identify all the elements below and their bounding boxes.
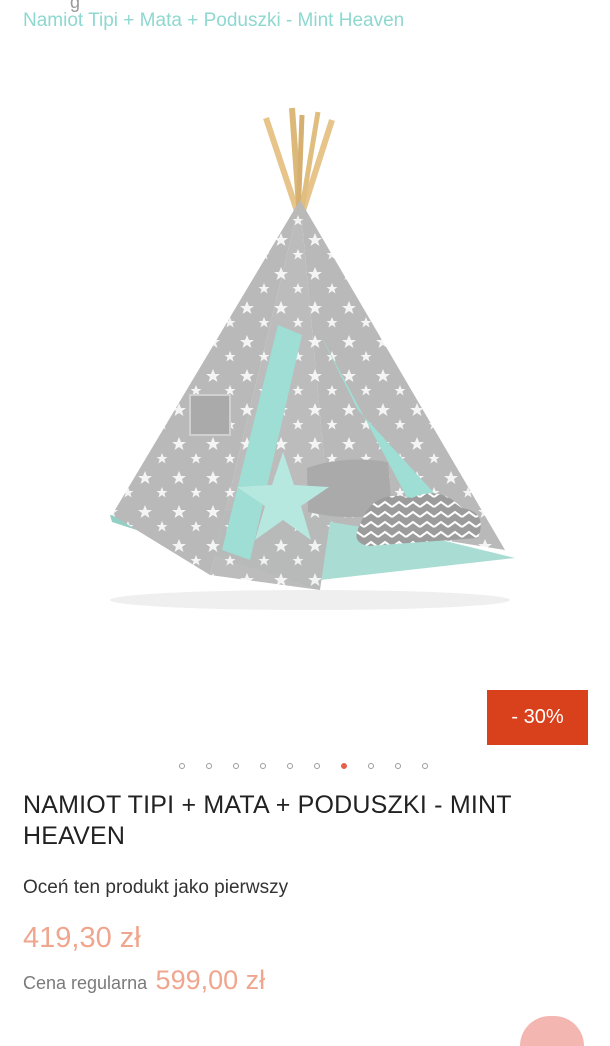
gallery-dot[interactable] <box>287 763 293 769</box>
product-image-tipi-tent <box>110 107 515 610</box>
price-regular-row: Cena regularna 599,00 zł <box>23 965 265 996</box>
gallery-dot-active[interactable] <box>341 763 347 769</box>
price-regular-value: 599,00 zł <box>155 965 266 995</box>
gallery-dot[interactable] <box>422 763 428 769</box>
gallery-dot[interactable] <box>179 763 185 769</box>
product-title: NAMIOT TIPI + MATA + PODUSZKI - MINT HEA… <box>23 791 512 850</box>
gallery-dot[interactable] <box>233 763 239 769</box>
gallery-dot[interactable] <box>395 763 401 769</box>
gallery-dot[interactable] <box>368 763 374 769</box>
product-image-gallery[interactable] <box>0 60 610 700</box>
price-current: 419,30 zł <box>23 922 141 954</box>
breadcrumb-current[interactable]: Namiot Tipi + Mata + Poduszki - Mint Hea… <box>23 10 404 32</box>
breadcrumb-partial: g <box>70 0 81 12</box>
gallery-dot[interactable] <box>260 763 266 769</box>
gallery-dot[interactable] <box>206 763 212 769</box>
discount-badge: - 30% <box>487 690 588 745</box>
rate-product-link[interactable]: Oceń ten produkt jako pierwszy <box>23 877 288 899</box>
gallery-dot[interactable] <box>314 763 320 769</box>
price-regular-label: Cena regularna <box>23 973 148 993</box>
gallery-pagination <box>0 760 610 774</box>
chat-widget-button[interactable] <box>520 1016 584 1046</box>
